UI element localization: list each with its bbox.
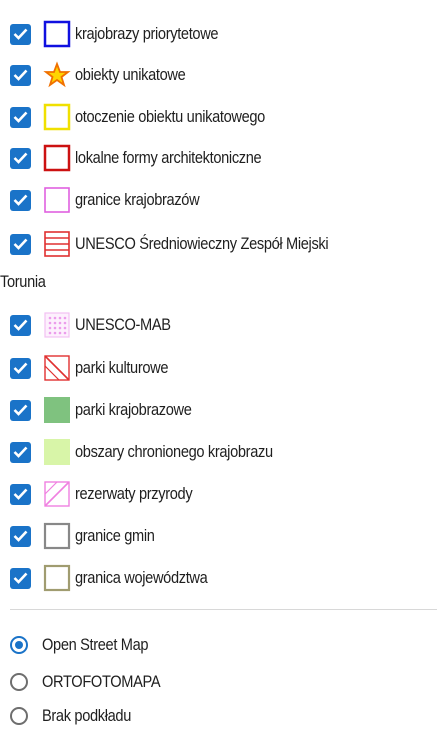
layer-label: granice krajobrazów [75,190,200,209]
checkbox[interactable] [10,567,31,589]
layer-row-unesco-mab[interactable]: UNESCO-MAB [10,309,186,341]
layer-label: lokalne formy architektoniczne [75,148,262,167]
radio-button[interactable] [10,707,28,725]
layer-row-lokalne-formy[interactable]: lokalne formy architektoniczne [10,142,292,174]
layer-row-rezerwaty-przyrody[interactable]: rezerwaty przyrody [10,478,211,510]
checkbox[interactable] [10,483,31,505]
layer-row-obiekty-unikatowe[interactable]: obiekty unikatowe [10,59,203,91]
layer-label: UNESCO-MAB [75,315,171,334]
red-square-outline-icon [43,144,71,172]
radio-button[interactable] [10,673,28,691]
checkbox[interactable] [10,23,31,45]
divider [10,609,437,610]
green-filled-square-icon [43,396,71,424]
red-striped-square-icon [43,230,71,258]
checkbox[interactable] [10,525,31,547]
checkbox[interactable] [10,399,31,421]
layer-label: otoczenie obiektu unikatowego [75,107,265,126]
layer-row-granica-wojewodztwa[interactable]: granica województwa [10,562,229,594]
checkbox[interactable] [10,314,31,336]
layer-row-parki-krajobrazowe[interactable]: parki krajobrazowe [10,394,210,426]
layer-row-granice-krajobrazow[interactable]: granice krajobrazów [10,184,220,216]
basemap-option-osm[interactable]: Open Street Map [10,630,165,660]
layer-label: obiekty unikatowe [75,65,186,84]
layer-label: granica województwa [75,568,208,587]
layer-label: obszary chronionego krajobrazu [75,442,273,461]
yellow-square-outline-icon [43,103,71,131]
layer-row-parki-kulturowe[interactable]: parki kulturowe [10,352,183,384]
basemap-option-ortofotomapa[interactable]: ORTOFOTOMAPA [10,667,180,697]
layer-label: granice gmin [75,526,155,545]
layer-label: UNESCO Średniowieczny Zespół Miejski [75,234,329,253]
basemap-label: ORTOFOTOMAPA [42,672,161,691]
layer-label: parki krajobrazowe [75,400,192,419]
layer-label: parki kulturowe [75,358,169,377]
orange-star-icon [43,61,71,89]
layer-label: rezerwaty przyrody [75,484,193,503]
layer-row-obszary-chronionego[interactable]: obszary chronionego krajobrazu [10,436,305,468]
pink-diagonal-hatch-icon [43,480,71,508]
basemap-option-none[interactable]: Brak podkładu [10,701,145,731]
layer-row-granice-gmin[interactable]: granice gmin [10,520,168,552]
pink-dotted-square-icon [43,311,71,339]
layer-row-krajobrazy-priorytetowe[interactable]: krajobrazy priorytetowe [10,18,242,50]
checkbox[interactable] [10,106,31,128]
layer-row-unesco-torun[interactable]: UNESCO Średniowieczny Zespół Miejski [10,228,370,260]
checkbox[interactable] [10,64,31,86]
lightgreen-filled-square-icon [43,438,71,466]
checkbox[interactable] [10,189,31,211]
red-diagonal-hatch-icon [43,354,71,382]
layer-label: krajobrazy priorytetowe [75,24,219,43]
basemap-label: Open Street Map [42,635,149,654]
gray-square-outline-icon [43,522,71,550]
layer-label-continuation: Torunia [0,272,46,291]
layer-row-otoczenie-obiektu[interactable]: otoczenie obiektu unikatowego [10,101,296,133]
checkbox[interactable] [10,233,31,255]
layer-legend-panel: krajobrazy priorytetowe obiekty unikatow… [0,0,437,731]
basemap-label: Brak podkładu [42,706,131,725]
radio-button-selected[interactable] [10,636,28,654]
blue-square-outline-icon [43,20,71,48]
checkbox[interactable] [10,357,31,379]
checkbox[interactable] [10,441,31,463]
checkbox[interactable] [10,147,31,169]
olive-square-outline-icon [43,564,71,592]
pink-square-outline-icon [43,186,71,214]
